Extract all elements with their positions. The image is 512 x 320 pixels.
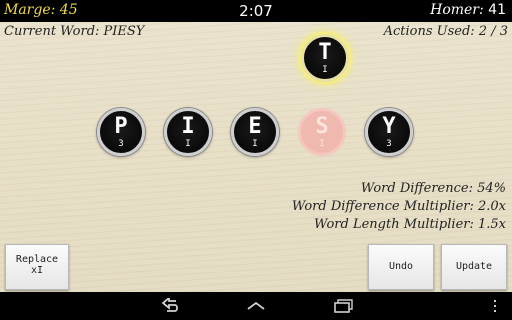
tile-value: I [185, 139, 191, 149]
tile-value: I [322, 65, 328, 75]
player2-points: 41 [488, 2, 506, 18]
tile-value: I [319, 139, 325, 149]
word-length-multiplier-label: Word Length Multiplier: 1.5x [313, 217, 506, 232]
tile-letter: T [318, 40, 332, 65]
tile-value: 3 [386, 139, 392, 149]
replace-button[interactable]: Replace xI [5, 244, 69, 290]
back-icon[interactable] [160, 298, 180, 314]
update-button-label: Update [455, 261, 493, 272]
home-icon[interactable] [246, 298, 266, 314]
word-tile-2[interactable]: I I [164, 108, 212, 156]
overflow-menu-icon[interactable] [488, 298, 502, 314]
word-tile-1[interactable]: P 3 [97, 108, 145, 156]
word-tile-5[interactable]: Y 3 [365, 108, 413, 156]
undo-button[interactable]: Undo [368, 244, 434, 290]
tile-letter: Y [382, 114, 396, 139]
player2-score: Homer: 41 [430, 2, 506, 18]
tile-value: 3 [118, 139, 124, 149]
tile-letter: P [114, 114, 128, 139]
score-stats: Word Difference: 54% Word Difference Mul… [292, 180, 506, 234]
word-difference-label: Word Difference: 54% [360, 181, 506, 196]
recents-icon[interactable] [333, 298, 353, 314]
tile-letter: E [248, 114, 262, 139]
undo-button-label: Undo [388, 261, 414, 272]
tile-value: I [252, 139, 258, 149]
current-word-label: Current Word: PIESY [4, 24, 145, 39]
system-nav-bar [0, 292, 512, 320]
word-tile-3[interactable]: E I [231, 108, 279, 156]
selected-tile[interactable]: T I [301, 34, 349, 82]
replace-button-label: Replace [15, 254, 59, 265]
top-score-bar: Marge: 45 2:07 Homer: 41 [0, 0, 512, 22]
player2-name: Homer: [430, 2, 484, 18]
replace-button-count: xI [30, 265, 44, 276]
word-difference-multiplier-label: Word Difference Multiplier: 2.0x [291, 199, 506, 214]
tile-letter: S [315, 114, 329, 139]
game-board: Current Word: PIESY Actions Used: 2 / 3 … [0, 22, 512, 292]
actions-used-label: Actions Used: 2 / 3 [383, 24, 508, 39]
word-tile-4[interactable]: S I [298, 108, 346, 156]
update-button[interactable]: Update [441, 244, 507, 290]
tile-letter: I [181, 114, 195, 139]
